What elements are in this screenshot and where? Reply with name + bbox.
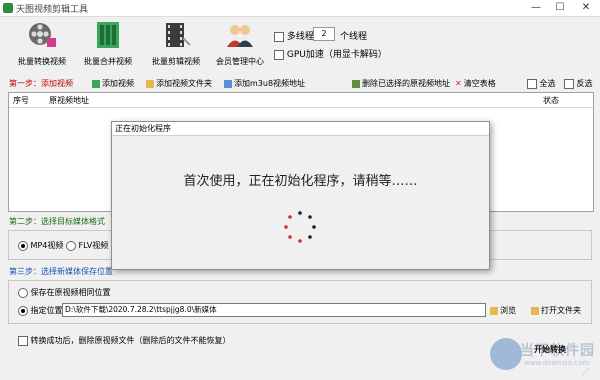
step1-prefix: 第一步： xyxy=(9,79,41,88)
delete-list-icon xyxy=(352,79,360,88)
mp4-option[interactable]: MP4视频 xyxy=(18,240,63,251)
batch-cut-button[interactable]: 批量剪辑视频 xyxy=(140,20,212,68)
add-video-label: 添加视频 xyxy=(102,79,134,88)
table-header: 序号 原视频地址 状态 xyxy=(9,93,593,108)
window-title: 天图视频剪辑工具 xyxy=(16,5,89,15)
member-center-label: 会员管理中心 xyxy=(216,57,264,66)
select-all-option[interactable]: 全选 xyxy=(527,78,556,89)
mp4-radio[interactable] xyxy=(18,240,28,251)
batch-merge-label: 批量合并视频 xyxy=(84,57,132,66)
add-film-icon xyxy=(92,79,100,88)
add-video-button[interactable]: 添加视频 xyxy=(92,78,134,89)
app-icon xyxy=(3,3,13,13)
link-icon xyxy=(224,79,232,88)
init-dialog: 正在初始化程序 首次使用，正在初始化程序，请稍等…… xyxy=(111,121,490,270)
clear-table-label: 清空表格 xyxy=(463,79,496,88)
specify-location-label: 指定位置 xyxy=(30,306,63,315)
minimize-button[interactable]: — xyxy=(524,0,548,16)
delete-after-option[interactable]: 转换成功后，删除原视频文件（删除后的文件不能恢复） xyxy=(18,335,231,346)
maximize-button[interactable]: ☐ xyxy=(548,0,572,16)
specify-location-option[interactable]: 指定位置 xyxy=(18,305,63,316)
col-path: 原视频地址 xyxy=(49,96,89,105)
dialog-message: 首次使用，正在初始化程序，请稍等…… xyxy=(183,174,418,189)
multithread-checkbox[interactable] xyxy=(274,31,284,42)
batch-cut-label: 批量剪辑视频 xyxy=(152,57,200,66)
same-location-option[interactable]: 保存在原视频相同位置 xyxy=(18,287,111,298)
folder-icon xyxy=(146,79,154,88)
same-location-radio[interactable] xyxy=(18,287,28,298)
thread-count-input[interactable]: 2 xyxy=(313,27,335,41)
film-cut-icon xyxy=(166,23,191,47)
members-icon xyxy=(227,25,253,47)
watermark-url: www.downxia.com xyxy=(524,359,590,367)
select-all-checkbox[interactable] xyxy=(527,78,537,89)
batch-convert-label: 批量转换视频 xyxy=(18,57,66,66)
batch-merge-button[interactable]: 批量合并视频 xyxy=(72,20,144,68)
col-status: 状态 xyxy=(543,96,559,105)
thread-suffix: 个线程 xyxy=(340,32,368,42)
clear-table-button[interactable]: ✕ 清空表格 xyxy=(455,78,496,89)
browse-button[interactable]: 浏览 xyxy=(490,305,516,316)
flv-radio[interactable] xyxy=(66,240,76,251)
specify-location-radio[interactable] xyxy=(18,305,28,316)
browse-folder-icon xyxy=(490,306,498,315)
flv-label: FLV视频 xyxy=(78,241,109,250)
open-folder-button[interactable]: 打开文件夹 xyxy=(531,305,581,316)
loading-spinner-icon xyxy=(284,211,316,243)
step1-label: 第一步：添加视频 xyxy=(9,78,73,89)
select-all-label: 全选 xyxy=(539,79,556,88)
gpu-checkbox[interactable] xyxy=(274,49,284,60)
resize-grip-icon: ⋰ xyxy=(582,368,589,376)
red-x-icon: ✕ xyxy=(455,79,462,88)
add-m3u8-button[interactable]: 添加m3u8视频地址 xyxy=(224,78,305,89)
batch-convert-button[interactable]: 批量转换视频 xyxy=(6,20,78,68)
col-index: 序号 xyxy=(13,96,29,105)
flv-option[interactable]: FLV视频 xyxy=(66,240,108,251)
add-m3u8-label: 添加m3u8视频地址 xyxy=(234,79,306,88)
same-location-label: 保存在原视频相同位置 xyxy=(30,288,111,297)
delete-after-checkbox[interactable] xyxy=(18,335,28,346)
invert-select-option[interactable]: 反选 xyxy=(564,78,593,89)
close-button[interactable]: ✕ xyxy=(574,0,598,16)
delete-selected-label: 删除已选择的原视频地址 xyxy=(362,79,450,88)
invert-select-checkbox[interactable] xyxy=(564,78,574,89)
save-path-input[interactable]: D:\软件下载\2020.7.28.2\ttspjjg8.0\新媒体 xyxy=(62,303,486,317)
step3-label: 第三步：选择新媒体保存位置 xyxy=(9,267,113,276)
invert-select-label: 反选 xyxy=(576,79,593,88)
delete-selected-button[interactable]: 删除已选择的原视频地址 xyxy=(352,78,450,89)
gpu-option[interactable]: GPU加速（用显卡解码） xyxy=(274,47,387,60)
watermark-logo xyxy=(490,338,522,370)
add-folder-button[interactable]: 添加视频文件夹 xyxy=(146,78,212,89)
multithread-option[interactable]: 多线程 xyxy=(274,29,314,42)
member-center-button[interactable]: 会员管理中心 xyxy=(204,20,276,68)
title-bar: 天图视频剪辑工具 — ☐ ✕ xyxy=(0,0,600,17)
dialog-title: 正在初始化程序 xyxy=(112,122,489,136)
film-reel-icon xyxy=(29,23,56,47)
open-folder-icon xyxy=(531,306,539,315)
delete-after-label: 转换成功后，删除原视频文件（删除后的文件不能恢复） xyxy=(30,336,231,345)
step2-label: 第二步：选择目标媒体格式 xyxy=(9,217,105,226)
start-button[interactable]: 开始转换 xyxy=(534,344,566,355)
step1-text: 添加视频 xyxy=(41,79,73,88)
multithread-label: 多线程 xyxy=(286,32,314,42)
open-folder-label: 打开文件夹 xyxy=(541,306,581,315)
browse-label: 浏览 xyxy=(500,306,516,315)
gpu-label: GPU加速（用显卡解码） xyxy=(286,50,387,60)
add-folder-label: 添加视频文件夹 xyxy=(156,79,212,88)
mp4-label: MP4视频 xyxy=(30,241,64,250)
film-merge-icon xyxy=(97,22,119,48)
